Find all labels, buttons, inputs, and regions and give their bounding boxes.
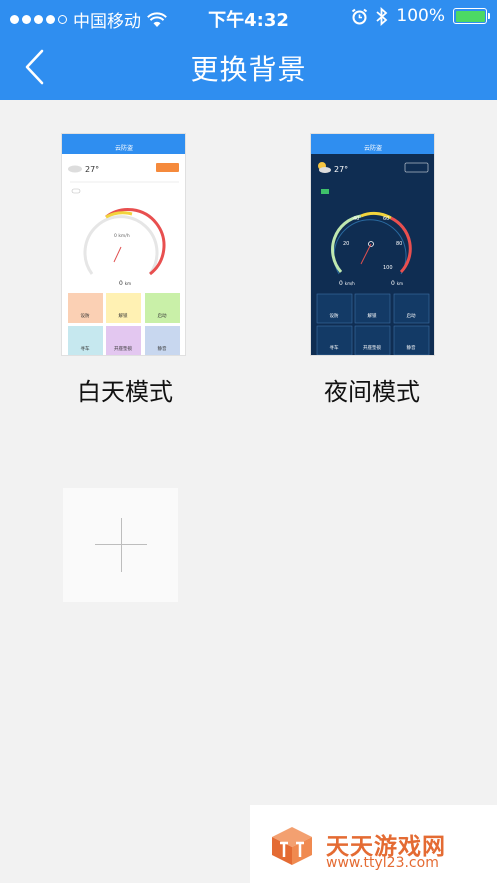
- night-preview-btn: 设防: [330, 312, 339, 319]
- night-mode-label[interactable]: 夜间模式: [292, 372, 452, 407]
- nav-bar: 更换背景: [0, 34, 497, 100]
- svg-text:0 km/h: 0 km/h: [114, 233, 130, 239]
- night-mode-preview[interactable]: 云防盗 27° 20 40 60 80 100 0 km/h 0 km 设防 解…: [310, 133, 435, 356]
- night-mode-screenshot: 云防盗 27° 20 40 60 80 100 0 km/h 0 km 设防 解…: [311, 134, 434, 355]
- day-preview-btn: 静音: [158, 345, 167, 352]
- night-preview-tick: 60: [383, 216, 389, 222]
- night-preview-mileage: 0: [391, 280, 395, 287]
- night-preview-btn: 启动: [407, 312, 416, 319]
- night-preview-btn: 开座垫锁: [363, 344, 381, 351]
- bluetooth-icon: [376, 6, 388, 26]
- watermark-logo-icon: [272, 827, 312, 865]
- day-mode-preview[interactable]: 云防盗 27° 0 km/h 0 km 设防 解锁 启动 寻车 开座垫锁 静音: [61, 133, 186, 356]
- day-preview-btn: 启动: [158, 312, 167, 319]
- header: 中国移动 下午4:32 100% 更换背景: [0, 0, 497, 100]
- add-background-button[interactable]: [63, 488, 178, 602]
- night-preview-tick: 20: [343, 241, 349, 247]
- svg-text:0 km: 0 km: [391, 280, 403, 287]
- day-preview-btn: 开座垫锁: [114, 345, 132, 352]
- day-preview-btn: 设防: [81, 312, 90, 319]
- night-preview-speed: 0: [339, 280, 343, 287]
- watermark: 天天游戏网 www.ttyl23.com: [250, 805, 497, 883]
- day-preview-btn: 寻车: [81, 345, 90, 352]
- day-preview-speed-unit: km/h: [118, 233, 130, 239]
- day-preview-mileage: 0: [119, 280, 123, 287]
- alarm-icon: [352, 8, 368, 24]
- page-title: 更换背景: [190, 53, 307, 86]
- status-bar: 中国移动 下午4:32 100%: [0, 0, 497, 34]
- night-preview-temp: 27°: [334, 165, 348, 174]
- svg-text:0 km/h: 0 km/h: [339, 280, 355, 287]
- night-preview-tick: 80: [396, 241, 402, 247]
- night-preview-btn: 静音: [407, 344, 416, 351]
- night-preview-btn: 解锁: [368, 312, 377, 319]
- night-preview-btn: 寻车: [330, 344, 339, 351]
- battery-percent: 100%: [396, 6, 445, 26]
- day-preview-btn: 解锁: [119, 312, 128, 319]
- night-preview-tick: 40: [353, 216, 359, 222]
- night-preview-speed-unit: km/h: [345, 281, 356, 286]
- day-preview-speed: 0: [114, 233, 117, 239]
- day-preview-mileage-unit: km: [125, 281, 131, 286]
- watermark-url: www.ttyl23.com: [326, 855, 439, 871]
- svg-text:0 km: 0 km: [119, 280, 131, 287]
- night-preview-title: 云防盗: [364, 144, 382, 152]
- night-preview-tick: 100: [383, 265, 393, 271]
- night-preview-mileage-unit: km: [397, 281, 403, 286]
- battery-fill: [455, 10, 485, 22]
- day-preview-title: 云防盗: [115, 144, 133, 152]
- day-mode-label[interactable]: 白天模式: [45, 372, 205, 407]
- day-preview-temp: 27°: [85, 165, 99, 174]
- day-mode-screenshot: 云防盗 27° 0 km/h 0 km 设防 解锁 启动 寻车 开座垫锁 静音: [62, 134, 185, 355]
- battery-icon: [453, 8, 490, 24]
